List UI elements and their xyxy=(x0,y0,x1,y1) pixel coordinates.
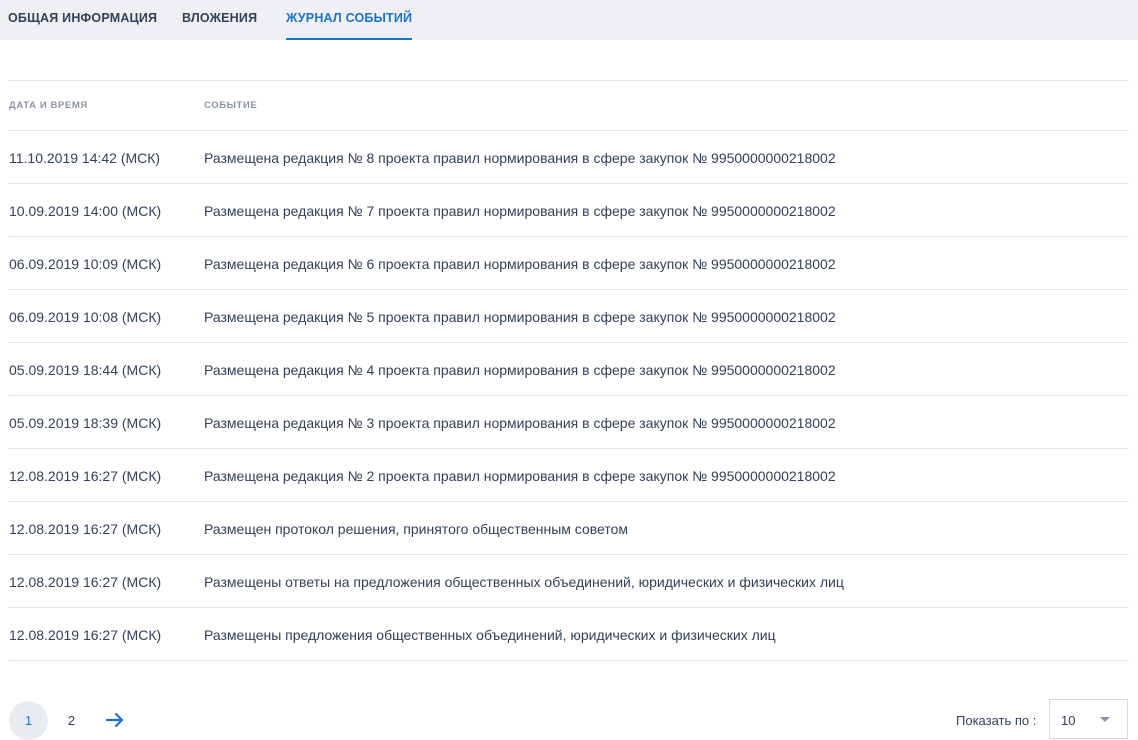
event-description: Размещена редакция № 5 проекта правил но… xyxy=(204,309,836,325)
event-date: 12.08.2019 16:27 (МСК) xyxy=(9,627,162,643)
event-description: Размещена редакция № 4 проекта правил но… xyxy=(204,362,836,378)
column-header-date: ДАТА И ВРЕМЯ xyxy=(9,100,88,111)
event-date: 11.10.2019 14:42 (МСК) xyxy=(9,150,161,166)
event-description: Размещена редакция № 6 проекта правил но… xyxy=(204,256,836,272)
event-description: Размещена редакция № 8 проекта правил но… xyxy=(204,150,836,166)
event-date: 12.08.2019 16:27 (МСК) xyxy=(9,468,162,484)
event-description: Размещены ответы на предложения обществе… xyxy=(204,574,844,590)
per-page-label: Показать по : xyxy=(956,713,1037,728)
per-page-value: 10 xyxy=(1061,713,1076,728)
event-date: 05.09.2019 18:44 (МСК) xyxy=(9,362,162,378)
table-row: 12.08.2019 16:27 (МСК) Размещен протокол … xyxy=(9,502,1129,555)
event-date: 12.08.2019 16:27 (МСК) xyxy=(9,521,162,537)
page-button-1[interactable]: 1 xyxy=(9,701,48,740)
tab-bar: ОБЩАЯ ИНФОРМАЦИЯ ВЛОЖЕНИЯ ЖУРНАЛ СОБЫТИЙ xyxy=(0,0,1138,40)
event-date: 06.09.2019 10:08 (МСК) xyxy=(9,309,162,325)
tab-attachments[interactable]: ВЛОЖЕНИЯ xyxy=(182,0,257,40)
table-row: 12.08.2019 16:27 (МСК) Размещены предложе… xyxy=(9,608,1129,661)
event-date: 05.09.2019 18:39 (МСК) xyxy=(9,415,162,431)
event-description: Размещены предложения общественных объед… xyxy=(204,627,776,643)
chevron-down-icon xyxy=(1100,717,1110,722)
tab-event-log[interactable]: ЖУРНАЛ СОБЫТИЙ xyxy=(286,0,413,40)
event-log-table: ДАТА И ВРЕМЯ СОБЫТИЕ 11.10.2019 14:42 (М… xyxy=(9,80,1129,661)
event-description: Размещена редакция № 2 проекта правил но… xyxy=(204,468,836,484)
tab-general-info[interactable]: ОБЩАЯ ИНФОРМАЦИЯ xyxy=(8,0,157,40)
table-row: 05.09.2019 18:44 (МСК) Размещена редакция… xyxy=(9,343,1129,396)
column-header-event: СОБЫТИЕ xyxy=(204,100,258,111)
table-row: 12.08.2019 16:27 (МСК) Размещены ответы н… xyxy=(9,555,1129,608)
table-row: 10.09.2019 14:00 (МСК) Размещена редакция… xyxy=(9,184,1129,237)
table-row: 06.09.2019 10:08 (МСК) Размещена редакция… xyxy=(9,290,1129,343)
arrow-right-icon[interactable] xyxy=(105,712,125,728)
event-description: Размещен протокол решения, принятого общ… xyxy=(204,521,629,537)
table-header: ДАТА И ВРЕМЯ СОБЫТИЕ xyxy=(9,81,1129,131)
table-row: 05.09.2019 18:39 (МСК) Размещена редакция… xyxy=(9,396,1129,449)
table-row: 11.10.2019 14:42 (МСК) Размещена редакция… xyxy=(9,131,1129,184)
page-button-2[interactable]: 2 xyxy=(52,701,91,740)
event-date: 10.09.2019 14:00 (МСК) xyxy=(9,203,162,219)
table-body: 11.10.2019 14:42 (МСК) Размещена редакция… xyxy=(9,131,1129,661)
table-row: 12.08.2019 16:27 (МСК) Размещена редакция… xyxy=(9,449,1129,502)
event-description: Размещена редакция № 3 проекта правил но… xyxy=(204,415,836,431)
table-row: 06.09.2019 10:09 (МСК) Размещена редакция… xyxy=(9,237,1129,290)
event-date: 06.09.2019 10:09 (МСК) xyxy=(9,256,162,272)
per-page-select[interactable]: 10 xyxy=(1049,699,1128,739)
event-date: 12.08.2019 16:27 (МСК) xyxy=(9,574,162,590)
event-description: Размещена редакция № 7 проекта правил но… xyxy=(204,203,836,219)
